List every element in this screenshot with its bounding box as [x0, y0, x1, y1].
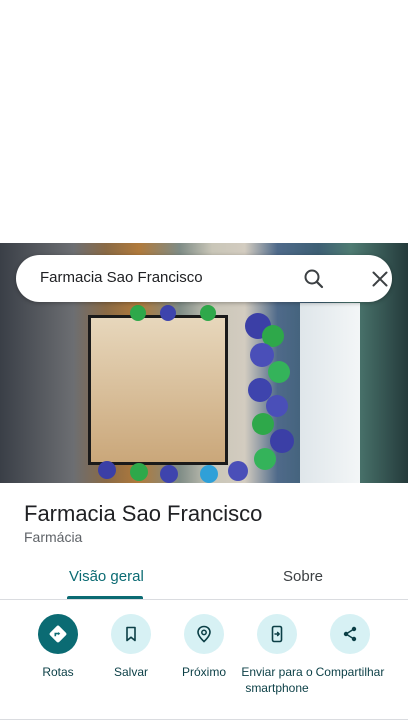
directions-button[interactable]: Rotas: [16, 614, 100, 680]
search-icon[interactable]: [302, 267, 326, 291]
share-button[interactable]: Compartilhar: [308, 614, 392, 680]
directions-icon: [38, 614, 78, 654]
nearby-icon: [184, 614, 224, 654]
nearby-button[interactable]: Próximo: [162, 614, 246, 680]
photo-balloon: [200, 465, 218, 483]
photo-balloon: [160, 305, 176, 321]
photo-balloon: [130, 463, 148, 481]
photo-balloon: [130, 305, 146, 321]
send-to-phone-label: Enviar para o smartphone: [241, 665, 313, 695]
place-category: Farmácia: [24, 529, 83, 545]
tab-overview[interactable]: Visão geral: [69, 568, 144, 585]
bottom-divider: [0, 719, 408, 720]
top-blank-area: [0, 0, 408, 243]
tab-about[interactable]: Sobre: [283, 568, 323, 585]
close-icon[interactable]: [368, 267, 392, 291]
action-bar: Rotas Salvar Próximo Enviar para o smart…: [0, 601, 408, 719]
search-bar[interactable]: Farmacia Sao Francisco: [16, 255, 392, 302]
photo-doorway: [88, 315, 228, 465]
send-to-phone-button[interactable]: Enviar para o smartphone: [235, 614, 319, 696]
photo-balloon: [254, 448, 276, 470]
photo-balloon: [266, 395, 288, 417]
save-label: Salvar: [113, 665, 148, 679]
active-tab-indicator: [67, 596, 143, 599]
send-to-phone-icon: [257, 614, 297, 654]
photo-balloon: [228, 461, 248, 481]
photo-balloon: [270, 429, 294, 453]
photo-balloon: [98, 461, 116, 479]
photo-balloon: [200, 305, 216, 321]
place-title: Farmacia Sao Francisco: [24, 501, 263, 526]
share-icon: [330, 614, 370, 654]
directions-label: Rotas: [42, 665, 74, 679]
tab-bar: Visão geral Sobre: [0, 556, 408, 600]
bookmark-icon: [111, 614, 151, 654]
photo-balloon: [252, 413, 274, 435]
nearby-label: Próximo: [181, 665, 226, 679]
photo-balloon: [268, 361, 290, 383]
save-button[interactable]: Salvar: [89, 614, 173, 680]
photo-pillar: [300, 303, 360, 483]
photo-balloon: [160, 465, 178, 483]
share-label: Compartilhar: [315, 665, 385, 679]
search-input[interactable]: Farmacia Sao Francisco: [40, 269, 203, 286]
